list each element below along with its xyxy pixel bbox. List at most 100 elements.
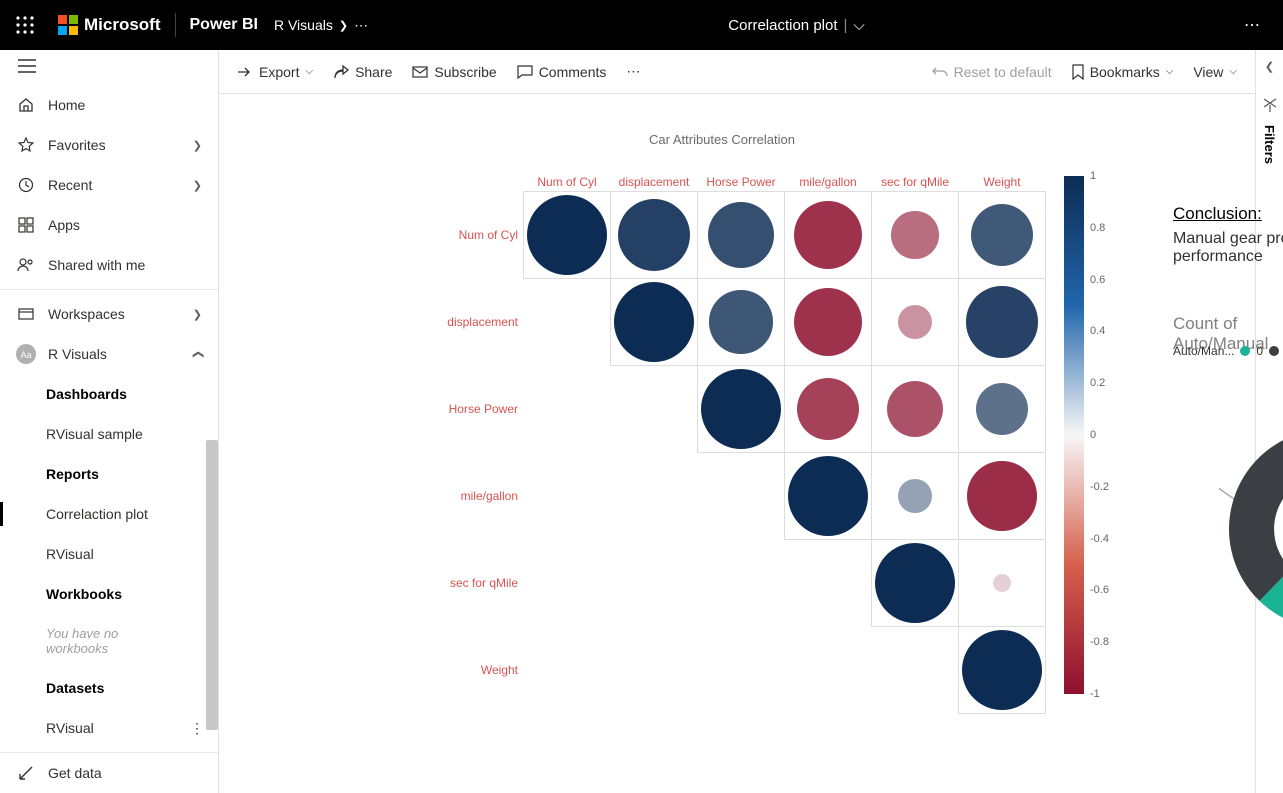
microsoft-logo: Microsoft bbox=[58, 15, 161, 35]
microsoft-logo-icon bbox=[58, 15, 78, 35]
corr-col-header: sec for qMile bbox=[871, 171, 959, 192]
export-button[interactable]: Export ⌵ bbox=[237, 64, 313, 80]
corr-cell bbox=[871, 191, 959, 279]
more-options-button[interactable]: ⋯ bbox=[1244, 15, 1262, 35]
chevron-down-icon: ⌵ bbox=[1229, 66, 1237, 77]
corr-cell bbox=[610, 278, 698, 366]
donut-legend: Auto/Man... 0 1 bbox=[1173, 344, 1283, 358]
corr-col-header: mile/gallon bbox=[784, 171, 872, 192]
scale-tick: 1 bbox=[1090, 170, 1096, 182]
donut-slice-1[interactable] bbox=[1229, 429, 1283, 601]
chevron-right-icon: ❯ bbox=[193, 179, 202, 192]
clock-icon bbox=[16, 177, 36, 193]
corr-row-header: mile/gallon bbox=[443, 452, 524, 540]
corr-cell bbox=[871, 278, 959, 366]
microsoft-label: Microsoft bbox=[84, 15, 161, 35]
scale-tick: -0.6 bbox=[1090, 584, 1109, 596]
share-icon bbox=[333, 65, 349, 79]
corr-cell bbox=[784, 365, 872, 453]
scale-tick: 0.8 bbox=[1090, 222, 1105, 234]
more-icon: ⋯ bbox=[626, 63, 642, 80]
legend-field: Auto/Man... bbox=[1173, 344, 1234, 358]
legend-swatch-0 bbox=[1240, 346, 1250, 356]
correlation-chart[interactable]: Num of CyldisplacementHorse Powermile/ga… bbox=[444, 172, 1046, 714]
corr-cell bbox=[871, 539, 959, 627]
report-rvisual[interactable]: RVisual bbox=[0, 534, 218, 574]
undo-icon bbox=[932, 65, 948, 79]
corr-col-header: Weight bbox=[958, 171, 1046, 192]
page-title-zone: Correlaction plot | ⌵ bbox=[370, 17, 1223, 34]
nav-workspaces[interactable]: Workspaces ❯ bbox=[0, 294, 218, 334]
scale-tick: 0.6 bbox=[1090, 274, 1105, 286]
corr-cell bbox=[784, 278, 872, 366]
divider: | bbox=[844, 17, 848, 34]
divider bbox=[175, 13, 176, 37]
scale-tick: 0.2 bbox=[1090, 377, 1105, 389]
comments-button[interactable]: Comments bbox=[517, 64, 607, 80]
chevron-right-icon: ❯ bbox=[339, 19, 348, 32]
corr-row-header: sec for qMile bbox=[443, 539, 524, 627]
scale-tick: -0.4 bbox=[1090, 533, 1109, 545]
nav-rvisuals-workspace[interactable]: Aa R Visuals ❯ bbox=[0, 334, 218, 374]
export-icon bbox=[237, 65, 253, 79]
workspace-avatar-icon: Aa bbox=[16, 344, 36, 364]
get-data-button[interactable]: Get data bbox=[0, 753, 218, 793]
conclusion-text-visual[interactable]: Conclusion: Manual gear provides better … bbox=[1173, 204, 1283, 266]
conclusion-heading: Conclusion: bbox=[1173, 204, 1283, 224]
breadcrumb-label: R Visuals bbox=[274, 17, 333, 33]
nav-apps[interactable]: Apps bbox=[0, 205, 218, 245]
sidebar-scrollbar[interactable] bbox=[206, 440, 218, 730]
section-dashboards: Dashboards bbox=[0, 374, 218, 414]
section-reports: Reports bbox=[0, 454, 218, 494]
star-icon bbox=[16, 137, 36, 153]
corr-col-header: Num of Cyl bbox=[523, 171, 611, 192]
corr-cell bbox=[958, 539, 1046, 627]
scale-tick: -0.2 bbox=[1090, 481, 1109, 493]
apps-icon bbox=[16, 217, 36, 233]
mail-icon bbox=[412, 66, 428, 78]
nav-favorites[interactable]: Favorites ❯ bbox=[0, 125, 218, 165]
comment-icon bbox=[517, 65, 533, 79]
corr-row-header: Horse Power bbox=[443, 365, 524, 453]
scale-tick: -0.8 bbox=[1090, 636, 1109, 648]
dataset-rvisual[interactable]: RVisual ⋮ bbox=[0, 708, 218, 748]
workbooks-empty: You have no workbooks bbox=[0, 614, 218, 668]
dashboard-rvisual-sample[interactable]: RVisual sample bbox=[0, 414, 218, 454]
chevron-down-icon: ⌵ bbox=[1166, 66, 1174, 77]
chevron-down-icon[interactable]: ⌵ bbox=[853, 17, 864, 34]
nav-home[interactable]: Home bbox=[0, 85, 218, 125]
corr-cell bbox=[958, 365, 1046, 453]
global-header: Microsoft Power BI R Visuals ❯ ⋯ Correla… bbox=[0, 0, 1283, 50]
nav-recent[interactable]: Recent ❯ bbox=[0, 165, 218, 205]
subscribe-button[interactable]: Subscribe bbox=[412, 64, 496, 80]
more-icon[interactable]: ⋯ bbox=[354, 17, 370, 34]
product-brand[interactable]: Power BI bbox=[190, 16, 258, 34]
corr-col-header: Horse Power bbox=[697, 171, 785, 192]
svg-text:Aa: Aa bbox=[20, 350, 31, 360]
color-scale bbox=[1064, 176, 1084, 694]
report-correlaction-plot[interactable]: Correlaction plot bbox=[0, 494, 218, 534]
corr-cell bbox=[697, 365, 785, 453]
nav-sidebar: Home Favorites ❯ Recent ❯ Apps Shared wi… bbox=[0, 50, 219, 793]
corr-row-header: displacement bbox=[443, 278, 524, 366]
share-button[interactable]: Share bbox=[333, 64, 392, 80]
nav-shared[interactable]: Shared with me bbox=[0, 245, 218, 285]
section-datasets: Datasets bbox=[0, 668, 218, 708]
legend-swatch-1 bbox=[1269, 346, 1279, 356]
corr-row-header: Num of Cyl bbox=[443, 191, 524, 279]
chevron-down-icon: ⌵ bbox=[305, 66, 313, 77]
report-area: Export ⌵ Share Subscribe Comments ⋯ Rese… bbox=[219, 50, 1255, 793]
app-launcher-button[interactable] bbox=[0, 0, 50, 50]
corr-cell bbox=[958, 452, 1046, 540]
toolbar-more-button[interactable]: ⋯ bbox=[626, 63, 642, 80]
corr-cell bbox=[958, 278, 1046, 366]
donut-chart[interactable]: 1 0 bbox=[1219, 419, 1283, 639]
view-button[interactable]: View ⌵ bbox=[1193, 64, 1237, 80]
home-icon bbox=[16, 97, 36, 113]
breadcrumb[interactable]: R Visuals ❯ ⋯ bbox=[274, 17, 370, 34]
collapse-nav-button[interactable] bbox=[0, 50, 218, 81]
more-icon[interactable]: ⋮ bbox=[190, 720, 204, 737]
scale-tick: 0.4 bbox=[1090, 325, 1105, 337]
corr-cell bbox=[871, 452, 959, 540]
bookmarks-button[interactable]: Bookmarks ⌵ bbox=[1072, 64, 1174, 80]
